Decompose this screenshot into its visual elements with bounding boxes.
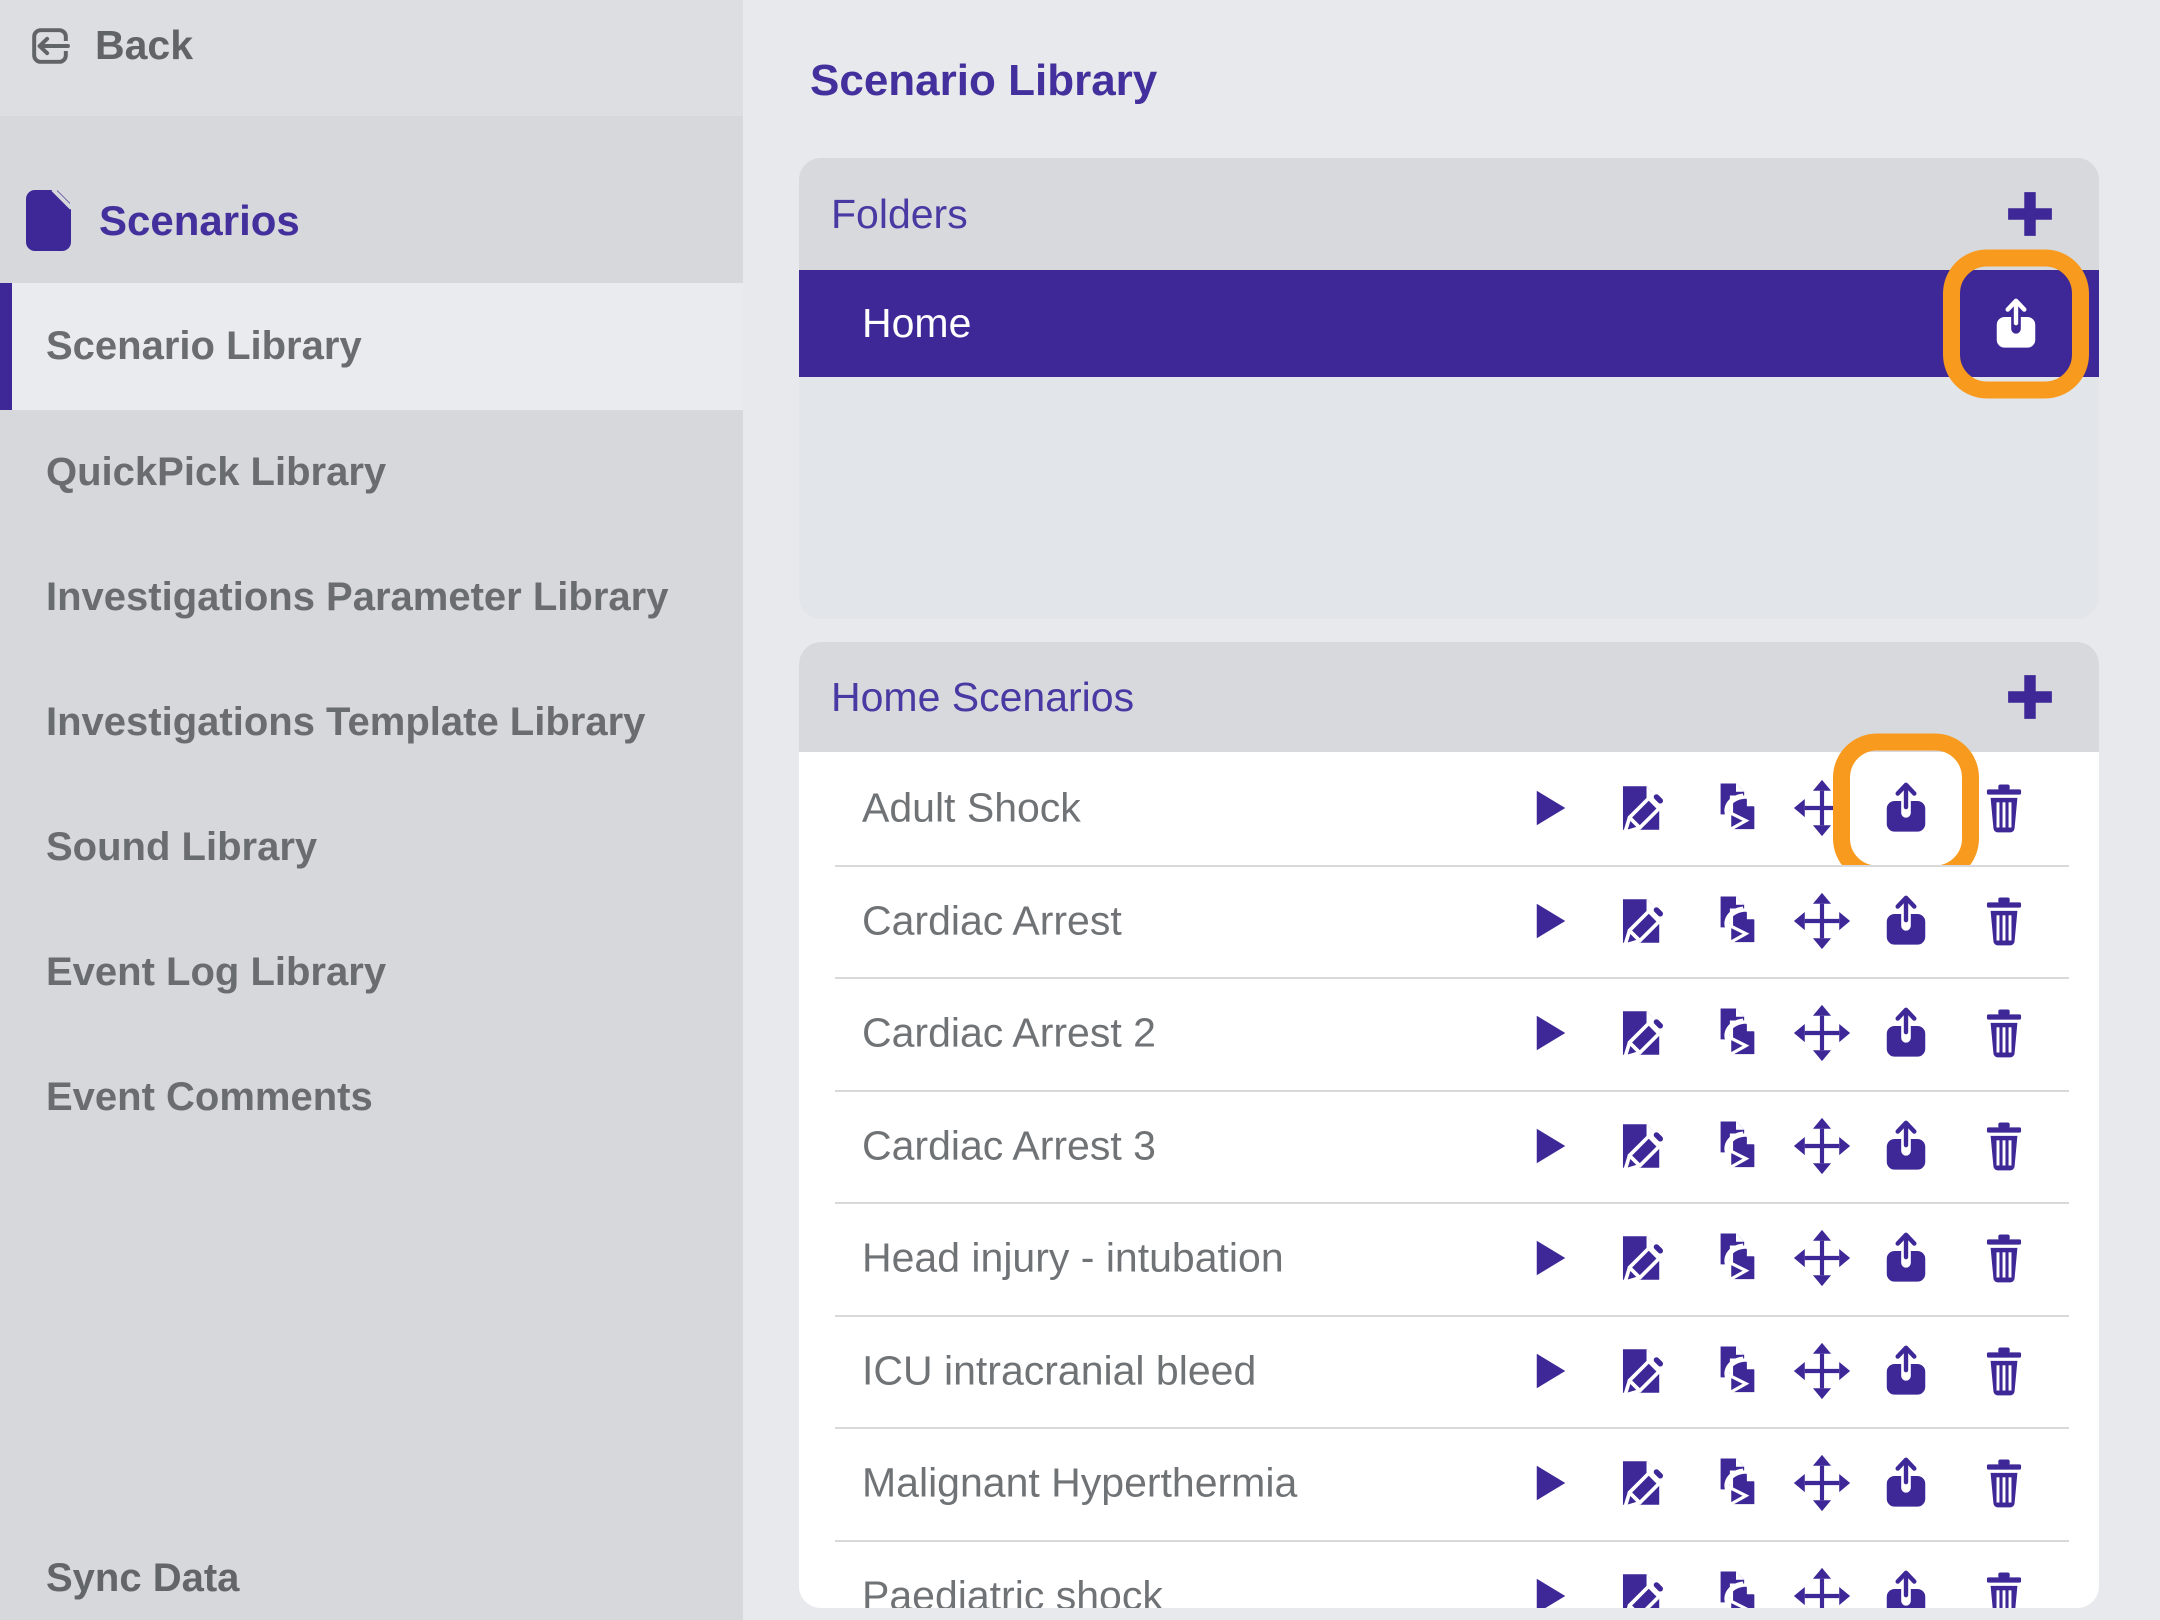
- scenario-name: Malignant Hyperthermia: [862, 1460, 1297, 1507]
- duplicate-button[interactable]: [1707, 779, 1765, 837]
- share-button[interactable]: [1877, 1117, 1935, 1175]
- play-button[interactable]: [1519, 892, 1577, 950]
- sidebar-item-investigations-template-library[interactable]: Investigations Template Library: [0, 660, 743, 785]
- sidebar-item-sync-data[interactable]: Sync Data: [46, 1556, 239, 1601]
- play-button[interactable]: [1519, 1229, 1577, 1287]
- play-button[interactable]: [1519, 779, 1577, 837]
- play-button[interactable]: [1519, 1117, 1577, 1175]
- sidebar-section-scenarios: Scenarios: [26, 190, 300, 251]
- move-button[interactable]: [1793, 1229, 1851, 1287]
- edit-button[interactable]: [1613, 779, 1671, 837]
- sidebar-topbar: Back: [0, 0, 743, 116]
- move-button[interactable]: [1793, 1004, 1851, 1062]
- duplicate-button[interactable]: [1707, 1342, 1765, 1400]
- share-button[interactable]: [1877, 1567, 1935, 1608]
- edit-button[interactable]: [1613, 892, 1671, 950]
- scenario-row-head-injury-intubation[interactable]: Head injury - intubation: [799, 1202, 2099, 1315]
- folders-panel: Folders Home: [799, 158, 2099, 619]
- scenario-name: Adult Shock: [862, 785, 1081, 832]
- move-button[interactable]: [1793, 1117, 1851, 1175]
- scenario-name: ICU intracranial bleed: [862, 1347, 1256, 1394]
- back-icon: [27, 23, 73, 69]
- duplicate-button[interactable]: [1707, 1454, 1765, 1512]
- folders-header-label: Folders: [799, 191, 968, 238]
- sidebar-item-event-log-library[interactable]: Event Log Library: [0, 910, 743, 1035]
- folder-row-home[interactable]: Home: [799, 270, 2099, 377]
- add-folder-button[interactable]: [2005, 189, 2055, 239]
- sidebar-item-sound-library[interactable]: Sound Library: [0, 785, 743, 910]
- delete-button[interactable]: [1975, 1229, 2033, 1287]
- scenario-row-paediatric-shock[interactable]: Paediatric shock: [799, 1540, 2099, 1609]
- duplicate-button[interactable]: [1707, 1004, 1765, 1062]
- sidebar-item-quickpick-library[interactable]: QuickPick Library: [0, 410, 743, 535]
- play-button[interactable]: [1519, 1342, 1577, 1400]
- scenario-name: Cardiac Arrest 3: [862, 1122, 1156, 1169]
- delete-button[interactable]: [1975, 779, 2033, 837]
- document-icon: [26, 190, 71, 251]
- page-title: Scenario Library: [810, 56, 1157, 106]
- sidebar-section-label: Scenarios: [99, 197, 300, 245]
- share-button[interactable]: [1877, 892, 1935, 950]
- share-button[interactable]: [1877, 1004, 1935, 1062]
- back-label: Back: [95, 22, 193, 69]
- duplicate-button[interactable]: [1707, 1567, 1765, 1608]
- scenarios-panel-header: Home Scenarios: [799, 642, 2099, 752]
- delete-button[interactable]: [1975, 1004, 2033, 1062]
- share-button[interactable]: [1877, 1454, 1935, 1512]
- sidebar: Back Scenarios Scenario LibraryQuickPick…: [0, 0, 743, 1620]
- folders-panel-header: Folders: [799, 158, 2099, 270]
- share-button[interactable]: [1877, 1342, 1935, 1400]
- main-content: Scenario Library Folders Home Home Scena…: [743, 0, 2160, 1620]
- duplicate-button[interactable]: [1707, 892, 1765, 950]
- folder-name: Home: [799, 300, 971, 347]
- move-button[interactable]: [1793, 1567, 1851, 1608]
- sidebar-item-investigations-parameter-library[interactable]: Investigations Parameter Library: [0, 535, 743, 660]
- edit-button[interactable]: [1613, 1117, 1671, 1175]
- delete-button[interactable]: [1975, 1342, 2033, 1400]
- duplicate-button[interactable]: [1707, 1117, 1765, 1175]
- edit-button[interactable]: [1613, 1229, 1671, 1287]
- edit-button[interactable]: [1613, 1342, 1671, 1400]
- delete-button[interactable]: [1975, 1117, 2033, 1175]
- sidebar-item-event-comments[interactable]: Event Comments: [0, 1035, 743, 1160]
- scenario-row-adult-shock[interactable]: Adult Shock: [799, 752, 2099, 865]
- edit-button[interactable]: [1613, 1454, 1671, 1512]
- scenarios-header-label: Home Scenarios: [799, 674, 1134, 721]
- play-button[interactable]: [1519, 1004, 1577, 1062]
- scenario-row-cardiac-arrest-3[interactable]: Cardiac Arrest 3: [799, 1090, 2099, 1203]
- scenario-row-malignant-hyperthermia[interactable]: Malignant Hyperthermia: [799, 1427, 2099, 1540]
- scenario-name: Head injury - intubation: [862, 1235, 1284, 1282]
- share-button[interactable]: [1877, 1229, 1935, 1287]
- play-button[interactable]: [1519, 1454, 1577, 1512]
- share-button[interactable]: [1877, 779, 1935, 837]
- play-button[interactable]: [1519, 1567, 1577, 1608]
- scenario-row-cardiac-arrest[interactable]: Cardiac Arrest: [799, 865, 2099, 978]
- add-scenario-button[interactable]: [2005, 672, 2055, 722]
- delete-button[interactable]: [1975, 892, 2033, 950]
- edit-button[interactable]: [1613, 1004, 1671, 1062]
- edit-button[interactable]: [1613, 1567, 1671, 1608]
- scenario-library-screen: Back Scenarios Scenario LibraryQuickPick…: [0, 0, 2160, 1620]
- delete-button[interactable]: [1975, 1567, 2033, 1608]
- move-button[interactable]: [1793, 1342, 1851, 1400]
- sidebar-item-scenario-library[interactable]: Scenario Library: [0, 283, 743, 410]
- duplicate-button[interactable]: [1707, 1229, 1765, 1287]
- move-button[interactable]: [1793, 1454, 1851, 1512]
- sidebar-menu: Scenario LibraryQuickPick LibraryInvesti…: [0, 283, 743, 1160]
- back-button[interactable]: Back: [27, 22, 193, 69]
- folder-share-button[interactable]: [1987, 295, 2045, 353]
- scenario-list: Adult Shock: [799, 752, 2099, 1608]
- move-button[interactable]: [1793, 779, 1851, 837]
- scenario-name: Paediatric shock: [862, 1572, 1163, 1608]
- home-scenarios-panel: Home Scenarios Adult Shock: [799, 642, 2099, 1608]
- move-button[interactable]: [1793, 892, 1851, 950]
- scenario-name: Cardiac Arrest 2: [862, 1010, 1156, 1057]
- scenario-name: Cardiac Arrest: [862, 897, 1122, 944]
- scenario-row-icu-intracranial-bleed[interactable]: ICU intracranial bleed: [799, 1315, 2099, 1428]
- scenario-row-cardiac-arrest-2[interactable]: Cardiac Arrest 2: [799, 977, 2099, 1090]
- delete-button[interactable]: [1975, 1454, 2033, 1512]
